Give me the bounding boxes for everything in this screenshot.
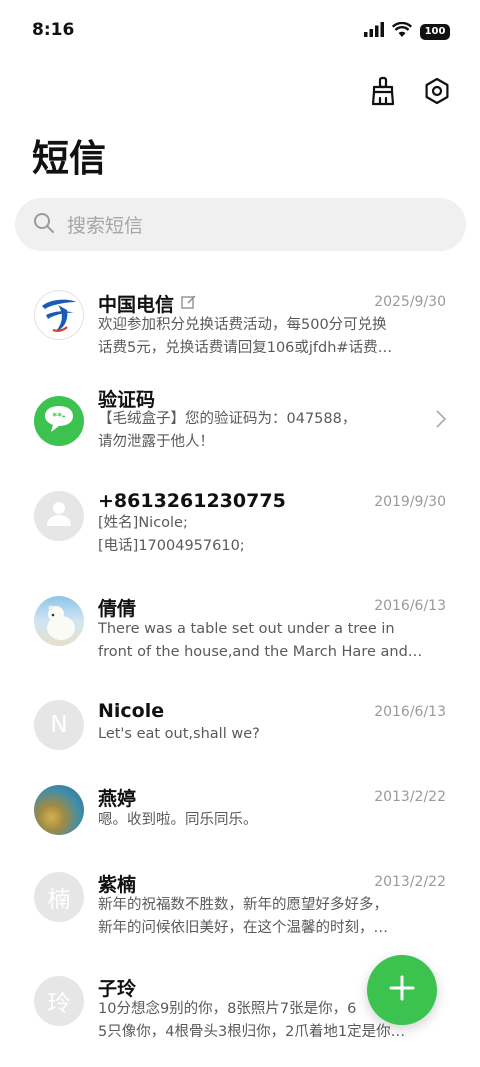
message-preview: 嗯。收到啦。同乐同乐。 [98, 809, 448, 832]
page-title: 短信 [32, 137, 106, 180]
list-item[interactable]: 楠 紫楠 2013/2/22 新年的祝福数不胜数，新年的愿望好多好多， 新年的问… [0, 857, 480, 962]
preview-line: 新年的问候依旧美好，在这个温馨的时刻，… [98, 920, 388, 936]
avatar: 玲 [34, 976, 84, 1026]
battery-indicator: 100 [420, 23, 450, 40]
thread-date: 2016/6/13 [374, 704, 446, 720]
preview-line: 请勿泄露于他人！ [98, 434, 214, 450]
thread-date: 2016/6/13 [374, 598, 446, 614]
thread-date: 2019/9/30 [374, 494, 446, 510]
settings-button[interactable] [420, 76, 454, 110]
preview-line: [电话]17004957610; [98, 538, 245, 554]
polar-bear-icon [34, 596, 84, 646]
thread-date: 2025/9/30 [374, 294, 446, 310]
preview-line: There was a table set out under a tree i… [98, 621, 395, 637]
preview-line: [姓名]Nicole; [98, 515, 188, 531]
avatar: **- [34, 396, 84, 446]
preview-line: 话费5元，兑换话费请回复106或jfdh#话费… [98, 340, 393, 356]
avatar-letter: 玲 [47, 991, 71, 1017]
chevron-right-icon [436, 410, 447, 432]
plus-icon [389, 975, 415, 1005]
message-preview: [姓名]Nicole; [电话]17004957610; [98, 512, 448, 558]
chat-bubble-icon: **- [41, 403, 77, 439]
search-placeholder: 搜索短信 [67, 215, 144, 237]
avatar-letter: 楠 [47, 887, 71, 913]
list-item[interactable]: **- 验证码 【毛绒盒子】您的验证码为：047588， 请勿泄露于他人！ [0, 372, 480, 472]
header-actions [366, 76, 454, 110]
avatar: N [34, 700, 84, 750]
search-icon [33, 212, 55, 238]
avatar [34, 596, 84, 646]
preview-line: 新年的祝福数不胜数，新年的愿望好多好多， [98, 897, 388, 913]
thread-date: 2013/2/22 [374, 789, 446, 805]
avatar: 楠 [34, 872, 84, 922]
china-telecom-logo-icon [36, 291, 82, 339]
list-item[interactable]: 燕婷 2013/2/22 嗯。收到啦。同乐同乐。 [0, 772, 480, 857]
signal-icon [364, 22, 384, 41]
list-item[interactable]: 中国电信 2025/9/30 欢迎参加积分兑换话费活动，每500分可兑换 话费5… [0, 272, 480, 372]
broom-icon [369, 76, 397, 110]
search-input[interactable]: 搜索短信 [15, 198, 466, 251]
contact-name: 中国电信 [98, 294, 175, 316]
person-icon [45, 499, 73, 533]
avatar [34, 290, 84, 340]
wifi-icon [391, 21, 413, 41]
contact-name: 子玲 [98, 978, 137, 1000]
status-bar: 8:16 100 [0, 0, 480, 64]
contact-name: 紫楠 [98, 874, 137, 896]
list-item[interactable]: 倩倩 2016/6/13 There was a table set out u… [0, 582, 480, 687]
message-preview: 新年的祝福数不胜数，新年的愿望好多好多， 新年的问候依旧美好，在这个温馨的时刻，… [98, 894, 448, 940]
list-item[interactable]: N Nicole 2016/6/13 Let's eat out,shall w… [0, 687, 480, 772]
list-item[interactable]: +8613261230775 2019/9/30 [姓名]Nicole; [电话… [0, 472, 480, 582]
message-preview: Let's eat out,shall we? [98, 723, 448, 746]
avatar [34, 491, 84, 541]
preview-line: Let's eat out,shall we? [98, 726, 260, 742]
preview-line: 嗯。收到啦。同乐同乐。 [98, 812, 258, 828]
avatar-letter: N [50, 712, 68, 738]
new-message-button[interactable] [367, 955, 437, 1025]
preview-line: 欢迎参加积分兑换话费活动，每500分可兑换 [98, 317, 387, 333]
message-preview: There was a table set out under a tree i… [98, 618, 448, 664]
avatar [34, 785, 84, 835]
contact-name: Nicole [98, 700, 165, 722]
contact-name: 燕婷 [98, 788, 137, 810]
contact-name: 倩倩 [98, 598, 137, 620]
contact-name: +8613261230775 [98, 490, 286, 512]
thread-date: 2013/2/22 [374, 874, 446, 890]
message-preview: 欢迎参加积分兑换话费活动，每500分可兑换 话费5元，兑换话费请回复106或jf… [98, 314, 448, 360]
preview-line: front of the house,and the March Hare an… [98, 644, 423, 660]
message-preview: 【毛绒盒子】您的验证码为：047588， 请勿泄露于他人！ [98, 408, 448, 454]
gear-icon [423, 77, 451, 109]
edit-note-icon [181, 294, 197, 314]
status-icons: 100 [364, 21, 450, 41]
status-time: 8:16 [32, 20, 75, 40]
preview-line: 【毛绒盒子】您的验证码为：047588， [98, 411, 357, 427]
clean-button[interactable] [366, 76, 400, 110]
svg-text:**-: **- [52, 412, 65, 422]
